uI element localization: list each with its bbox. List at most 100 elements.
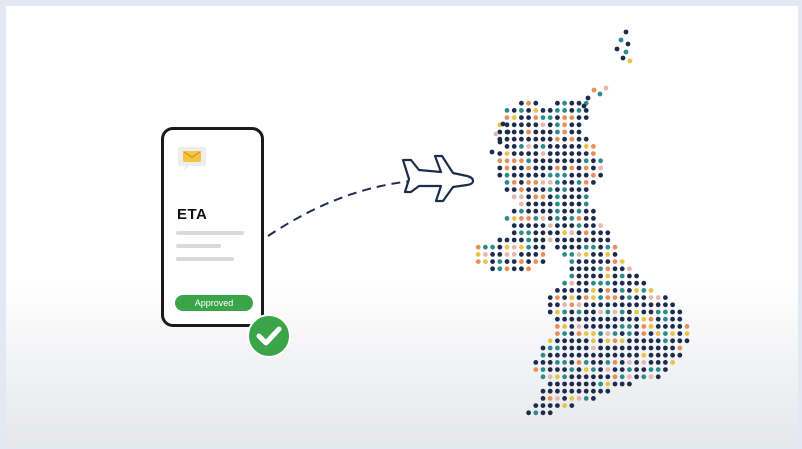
- map-dot: [634, 295, 639, 300]
- map-dot: [555, 316, 560, 322]
- map-dot: [576, 324, 582, 329]
- map-dot: [562, 381, 567, 387]
- map-dot: [533, 129, 539, 135]
- map-dot: [583, 180, 589, 185]
- map-dot: [562, 172, 567, 178]
- map-dot: [547, 223, 553, 229]
- map-dot: [533, 165, 539, 171]
- map-dot: [641, 352, 647, 358]
- map-dot: [576, 115, 582, 120]
- map-dot: [670, 302, 675, 308]
- map-dot: [562, 244, 567, 250]
- map-dot: [569, 266, 575, 272]
- map-dot: [583, 331, 589, 336]
- map-dot: [591, 180, 596, 185]
- map-dot: [504, 158, 510, 164]
- map-dot: [569, 288, 575, 293]
- map-dot: [526, 100, 531, 106]
- map-dot: [591, 288, 596, 293]
- map-dot: [627, 352, 632, 358]
- map-dot: [562, 388, 567, 394]
- map-dot: [547, 180, 553, 185]
- map-dot: [555, 388, 560, 394]
- map-dot: [591, 165, 596, 171]
- map-dot: [583, 288, 589, 293]
- map-dot: [576, 388, 582, 394]
- map-dot: [555, 331, 560, 336]
- map-dot: [569, 129, 575, 135]
- map-dot: [504, 259, 510, 264]
- map-dot: [670, 345, 675, 351]
- map-dot: [598, 158, 603, 164]
- map-dot: [605, 338, 611, 344]
- map-dot: [547, 396, 553, 401]
- map-dot: [619, 302, 625, 308]
- map-dot: [619, 295, 625, 300]
- map-dot: [670, 352, 675, 358]
- map-dot: [585, 95, 591, 101]
- map-dot: [619, 360, 625, 365]
- map-dot: [576, 216, 582, 221]
- map-dot: [591, 316, 596, 322]
- map-dot: [555, 345, 560, 351]
- map-dot: [605, 230, 611, 236]
- map-dot: [576, 273, 582, 279]
- map-dot: [591, 367, 596, 372]
- map-dot: [547, 302, 553, 308]
- map-dot: [569, 352, 575, 358]
- map-dot: [583, 136, 589, 142]
- map-dot: [555, 151, 560, 157]
- map-dot: [583, 144, 589, 149]
- map-dot: [533, 151, 539, 157]
- map-dot: [684, 331, 690, 336]
- map-dot: [555, 223, 560, 229]
- map-dot: [569, 223, 575, 229]
- map-dot: [598, 280, 603, 286]
- map-dot: [591, 158, 596, 164]
- map-dot: [641, 324, 647, 329]
- map-dot: [576, 367, 582, 372]
- map-dot: [569, 151, 575, 157]
- map-dot: [562, 374, 567, 380]
- map-dot: [526, 129, 531, 135]
- map-dot: [605, 352, 611, 358]
- map-dot: [576, 244, 582, 250]
- map-dot: [526, 410, 531, 416]
- map-dot: [562, 136, 567, 142]
- map-dot: [555, 381, 560, 387]
- map-dot: [619, 324, 625, 329]
- map-dot: [490, 266, 495, 272]
- map-dot: [583, 194, 589, 200]
- map-dot: [533, 144, 539, 149]
- map-dot: [598, 374, 603, 380]
- map-dot: [655, 331, 661, 336]
- map-dot: [605, 324, 611, 329]
- map-dot: [619, 367, 625, 372]
- map-dot: [583, 388, 589, 394]
- map-dot: [619, 288, 625, 293]
- map-dot: [562, 208, 567, 214]
- map-dot: [569, 396, 575, 401]
- map-dot: [641, 338, 647, 344]
- map-dot: [511, 180, 517, 185]
- map-dot: [641, 367, 647, 372]
- map-dot: [497, 237, 503, 243]
- map-dot: [583, 381, 589, 387]
- map-dot: [526, 259, 531, 264]
- map-dot: [583, 295, 589, 300]
- map-dot: [562, 151, 567, 157]
- map-dot: [641, 374, 647, 380]
- map-dot: [562, 309, 567, 315]
- map-dot: [562, 288, 567, 293]
- map-dot: [641, 316, 647, 322]
- map-dot: [598, 388, 603, 394]
- map-dot: [504, 165, 510, 171]
- map-dot: [569, 100, 575, 106]
- map-dot: [576, 381, 582, 387]
- map-dot: [583, 244, 589, 250]
- map-dot: [569, 331, 575, 336]
- map-dot: [555, 216, 560, 221]
- map-dot: [569, 136, 575, 142]
- map-dot: [576, 165, 582, 171]
- map-dot: [562, 201, 567, 207]
